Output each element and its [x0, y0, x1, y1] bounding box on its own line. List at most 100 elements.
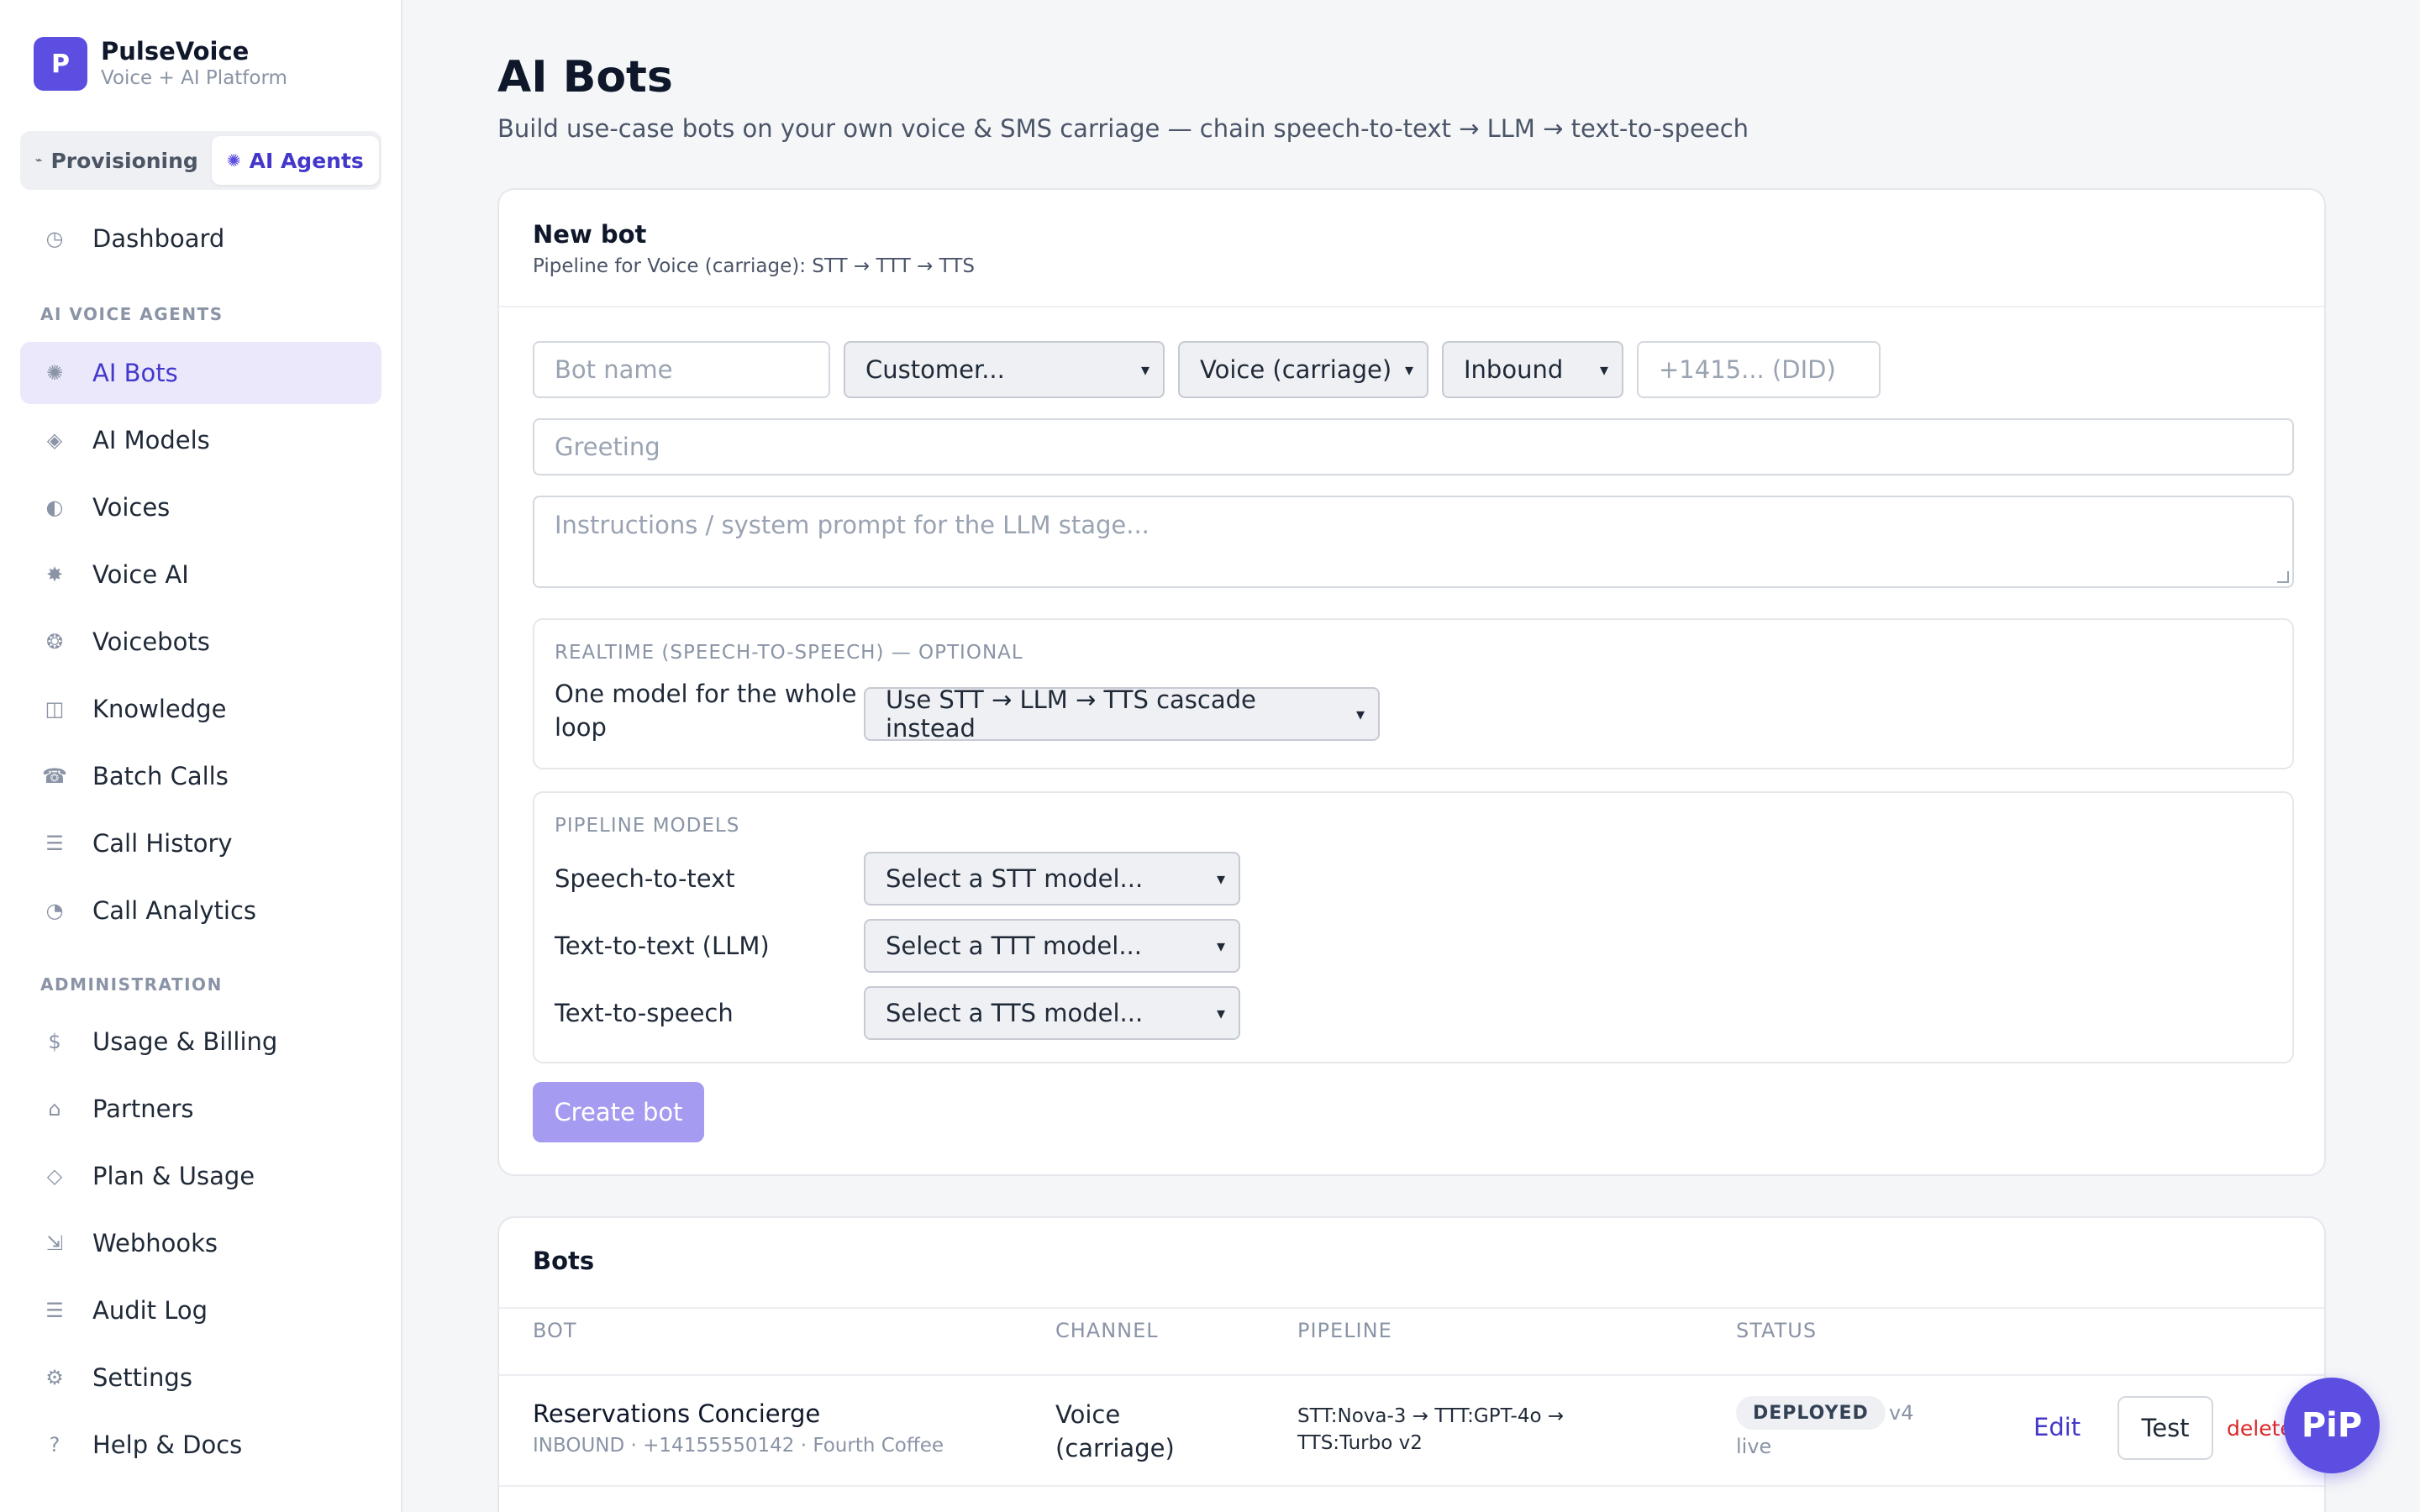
workspace-switcher: ⌁ Provisioning ✺ AI Agents — [20, 131, 381, 190]
pie-icon: ◔ — [45, 899, 64, 922]
bots-title: Bots — [533, 1247, 595, 1275]
chevron-down-icon: ▾ — [1140, 360, 1150, 380]
bot-channel: Voice (carriage) — [1055, 1400, 1175, 1462]
sidebar-item-label: Audit Log — [92, 1296, 208, 1325]
stt-select-value: Select a STT model... — [886, 864, 1144, 893]
brand-subtitle: Voice + AI Platform — [101, 67, 287, 89]
brand[interactable]: P PulseVoice Voice + AI Platform — [34, 37, 287, 91]
sidebar-item-usage-billing[interactable]: $ Usage & Billing — [20, 1011, 381, 1073]
sidebar-item-label: Batch Calls — [92, 762, 229, 790]
new-bot-card: New bot Pipeline for Voice (carriage): S… — [497, 188, 2326, 1176]
customer-select-value: Customer... — [865, 355, 1005, 384]
bot-name-input[interactable]: Bot name — [533, 341, 830, 398]
sidebar-item-voice-ai[interactable]: ✸ Voice AI — [20, 543, 381, 606]
diamond-icon: ◈ — [46, 428, 63, 452]
test-button[interactable]: Test — [2118, 1396, 2213, 1460]
column-header-status: STATUS — [1736, 1319, 1818, 1342]
channel-select-value: Voice (carriage) — [1200, 355, 1392, 384]
question-icon: ? — [49, 1433, 60, 1457]
customer-select[interactable]: Customer... ▾ — [844, 341, 1165, 398]
new-bot-title: New bot — [533, 220, 647, 249]
divider — [499, 1485, 2324, 1487]
bot-icon: ❂ — [45, 630, 64, 654]
gear-icon: ⚙ — [45, 1366, 64, 1389]
chevron-down-icon: ▾ — [1404, 360, 1413, 380]
realtime-label: One model for the whole loop — [555, 680, 857, 742]
small-arrow-icon: ⌁ — [35, 154, 43, 167]
realtime-model-select[interactable]: Use STT → LLM → TTS cascade instead ▾ — [864, 685, 1380, 743]
list-icon: ☰ — [45, 1299, 64, 1322]
bots-card: Bots — [497, 1216, 2326, 1512]
chevron-down-icon: ▾ — [1599, 360, 1608, 380]
sidebar-item-voices[interactable]: ◐ Voices — [20, 476, 381, 538]
sidebar-item-help-docs[interactable]: ? Help & Docs — [20, 1414, 381, 1476]
resize-handle-icon[interactable] — [2277, 571, 2289, 583]
sidebar-item-call-analytics[interactable]: ◔ Call Analytics — [20, 879, 381, 942]
stt-model-select[interactable]: Select a STT model... ▾ — [864, 852, 1240, 906]
sidebar-item-dashboard[interactable]: ◷ Dashboard — [20, 207, 381, 270]
status-badge: DEPLOYED — [1736, 1396, 1886, 1430]
direction-select-value: Inbound — [1464, 355, 1564, 384]
did-input[interactable]: +1415... (DID) — [1637, 341, 1881, 398]
tts-model-select[interactable]: Select a TTS model... ▾ — [864, 986, 1240, 1040]
instructions-placeholder: Instructions / system prompt for the LLM… — [555, 511, 1150, 539]
sidebar-item-batch-calls[interactable]: ☎ Batch Calls — [20, 745, 381, 807]
sidebar-item-label: Voices — [92, 493, 171, 522]
page-title: AI Bots — [497, 52, 673, 102]
edit-button[interactable]: Edit — [2033, 1413, 2081, 1441]
tts-select-value: Select a TTS model... — [886, 999, 1144, 1027]
bot-pipeline: STT:Nova-3 → TTT:GPT-4o → TTS:Turbo v2 — [1297, 1405, 1565, 1454]
sidebar-item-label: Partners — [92, 1095, 194, 1123]
sidebar-item-voicebots[interactable]: ❂ Voicebots — [20, 611, 381, 673]
direction-select[interactable]: Inbound ▾ — [1442, 341, 1623, 398]
ttt-model-select[interactable]: Select a TTT model... ▾ — [864, 919, 1240, 973]
sidebar-item-label: Knowledge — [92, 695, 227, 723]
greeting-input[interactable]: Greeting — [533, 418, 2294, 475]
chevron-down-icon: ▾ — [1216, 869, 1225, 889]
divider — [499, 1374, 2324, 1376]
switch-label: Provisioning — [50, 148, 198, 173]
sidebar-item-ai-bots[interactable]: ✺ AI Bots — [20, 342, 381, 404]
sidebar-item-plan-usage[interactable]: ◇ Plan & Usage — [20, 1145, 381, 1207]
sidebar-item-label: AI Models — [92, 426, 210, 454]
brand-logo: P — [34, 37, 87, 91]
pip-button[interactable]: PiP — [2284, 1378, 2380, 1473]
half-circle-icon: ◐ — [45, 496, 64, 519]
pipeline-title: PIPELINE MODELS — [555, 815, 740, 837]
create-bot-button[interactable]: Create bot — [533, 1082, 704, 1142]
nav-section-heading: AI VOICE AGENTS — [40, 304, 224, 324]
sidebar-item-knowledge[interactable]: ◫ Knowledge — [20, 678, 381, 740]
home-icon: ⌂ — [48, 1097, 61, 1121]
sidebar-item-webhooks[interactable]: ⇲ Webhooks — [20, 1212, 381, 1274]
switch-provisioning[interactable]: ⌁ Provisioning — [25, 136, 208, 185]
sidebar-item-settings[interactable]: ⚙ Settings — [20, 1347, 381, 1409]
chevron-down-icon: ▾ — [1216, 936, 1225, 956]
version-label: v4 — [1889, 1401, 1914, 1425]
divider — [499, 1307, 2324, 1309]
column-header-bot: BOT — [533, 1319, 577, 1342]
arrow-corner-icon: ⇲ — [45, 1231, 64, 1255]
sidebar-item-partners[interactable]: ⌂ Partners — [20, 1078, 381, 1140]
column-header-pipeline: PIPELINE — [1297, 1319, 1392, 1342]
new-bot-subtitle: Pipeline for Voice (carriage): STT → TTT… — [533, 255, 975, 277]
realtime-panel: REALTIME (SPEECH-TO-SPEECH) — OPTIONAL O… — [533, 618, 2294, 769]
live-label: live — [1736, 1435, 1772, 1458]
sidebar-item-ai-models[interactable]: ◈ AI Models — [20, 409, 381, 471]
stt-label: Speech-to-text — [555, 864, 735, 893]
sidebar-item-label: Voice AI — [92, 560, 189, 589]
pipeline-panel: PIPELINE MODELS Speech-to-text Select a … — [533, 791, 2294, 1063]
brand-name: PulseVoice — [101, 37, 250, 66]
switch-ai-agents[interactable]: ✺ AI Agents — [211, 136, 379, 185]
instructions-textarea[interactable]: Instructions / system prompt for the LLM… — [533, 496, 2294, 588]
list-icon: ☰ — [45, 832, 64, 855]
sparkle-icon: ✺ — [45, 361, 64, 385]
dollar-icon: $ — [48, 1030, 61, 1053]
sidebar: P PulseVoice Voice + AI Platform ⌁ Provi… — [0, 0, 402, 1512]
sidebar-item-audit-log[interactable]: ☰ Audit Log — [20, 1279, 381, 1341]
sparkle-icon: ✺ — [226, 150, 241, 171]
nav-section-heading: ADMINISTRATION — [40, 974, 223, 995]
column-header-channel: CHANNEL — [1055, 1319, 1159, 1342]
star-icon: ✸ — [45, 563, 64, 586]
channel-select[interactable]: Voice (carriage) ▾ — [1178, 341, 1428, 398]
sidebar-item-call-history[interactable]: ☰ Call History — [20, 812, 381, 874]
